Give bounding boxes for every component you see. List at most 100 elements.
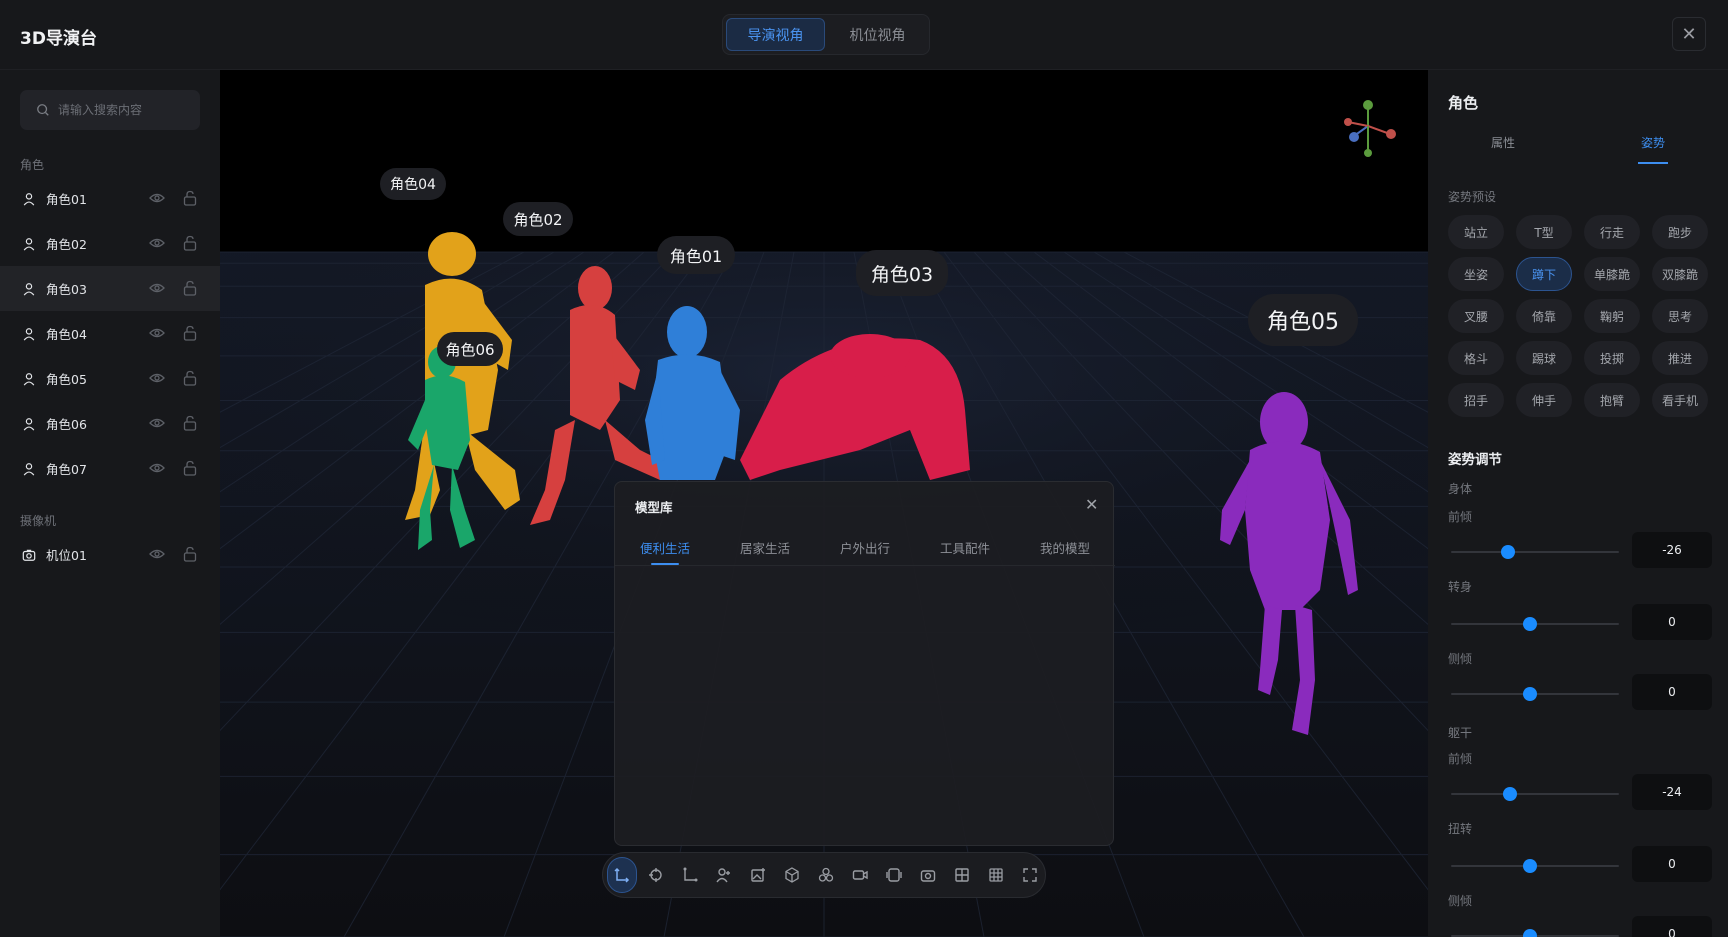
torso-tilt-slider[interactable]: 0 bbox=[1448, 916, 1712, 937]
panel-tab[interactable]: 属性 bbox=[1428, 128, 1578, 158]
unlock-icon[interactable] bbox=[183, 370, 197, 386]
pose-preset-button[interactable]: 招手 bbox=[1448, 383, 1504, 417]
camera-item[interactable]: 机位01 bbox=[0, 532, 220, 577]
pose-preset-button[interactable]: 踢球 bbox=[1516, 341, 1572, 375]
body-turn-slider[interactable]: 0 bbox=[1448, 604, 1712, 644]
role-item[interactable]: 角色03 bbox=[0, 266, 220, 311]
pose-preset-button[interactable]: 单膝跪 bbox=[1584, 257, 1640, 291]
model-library-tab[interactable]: 居家生活 bbox=[715, 530, 815, 565]
pose-preset-button[interactable]: 倚靠 bbox=[1516, 299, 1572, 333]
rotate-tool-button[interactable] bbox=[641, 857, 671, 893]
close-window-button[interactable]: ✕ bbox=[1672, 17, 1706, 51]
fullscreen-icon bbox=[1023, 868, 1037, 882]
torso-twist-slider[interactable]: 0 bbox=[1448, 846, 1712, 886]
slider-thumb[interactable] bbox=[1522, 687, 1537, 701]
search-box[interactable] bbox=[20, 90, 200, 130]
unlock-icon[interactable] bbox=[183, 415, 197, 431]
photo-camera-tool-button[interactable] bbox=[913, 857, 943, 893]
role-item[interactable]: 角色01 bbox=[0, 176, 220, 221]
add-person-tool-button[interactable] bbox=[709, 857, 739, 893]
fullscreen-tool-button[interactable] bbox=[1015, 857, 1045, 893]
visibility-eye-icon[interactable] bbox=[149, 416, 165, 430]
pose-preset-button[interactable]: 鞠躬 bbox=[1584, 299, 1640, 333]
visibility-eye-icon[interactable] bbox=[149, 547, 165, 561]
unlock-icon[interactable] bbox=[183, 460, 197, 476]
camera-view-button[interactable]: 机位视角 bbox=[829, 18, 926, 51]
unlock-icon[interactable] bbox=[183, 235, 197, 251]
model-library-tab[interactable]: 户外出行 bbox=[815, 530, 915, 565]
slider-track[interactable] bbox=[1451, 551, 1619, 553]
visibility-eye-icon[interactable] bbox=[149, 191, 165, 205]
3d-viewport[interactable]: 角色04 角色02 角色01 角色03 角色06 角色05 模型库 ✕ 便利生活… bbox=[220, 70, 1428, 937]
visibility-eye-icon[interactable] bbox=[149, 326, 165, 340]
slider-value-input[interactable]: 0 bbox=[1632, 674, 1712, 710]
person-icon bbox=[22, 237, 36, 251]
panel-tab[interactable]: 姿势 bbox=[1578, 128, 1728, 164]
pose-preset-button[interactable]: 叉腰 bbox=[1448, 299, 1504, 333]
table-tool-button[interactable] bbox=[981, 857, 1011, 893]
slider-value-input[interactable]: 0 bbox=[1632, 916, 1712, 937]
axis-move-tool-button[interactable] bbox=[607, 857, 638, 893]
slider-thumb[interactable] bbox=[1522, 617, 1537, 631]
character-02-tag[interactable]: 角色02 bbox=[503, 202, 573, 236]
visibility-eye-icon[interactable] bbox=[149, 461, 165, 475]
slider-thumb[interactable] bbox=[1502, 787, 1517, 801]
camera-video-tool-button[interactable] bbox=[845, 857, 875, 893]
slider-value-input[interactable]: 0 bbox=[1632, 604, 1712, 640]
slider-thumb[interactable] bbox=[1522, 929, 1537, 937]
unlock-icon[interactable] bbox=[183, 190, 197, 206]
visibility-eye-icon[interactable] bbox=[149, 281, 165, 295]
pose-preset-button[interactable]: 看手机 bbox=[1652, 383, 1708, 417]
visibility-eye-icon[interactable] bbox=[149, 371, 165, 385]
body-tilt-slider[interactable]: 0 bbox=[1448, 674, 1712, 714]
slider-value-input[interactable]: 0 bbox=[1632, 846, 1712, 882]
pose-preset-button[interactable]: 投掷 bbox=[1584, 341, 1640, 375]
model-library-tab[interactable]: 我的模型 bbox=[1015, 530, 1115, 565]
pose-preset-button[interactable]: 行走 bbox=[1584, 215, 1640, 249]
role-item[interactable]: 角色04 bbox=[0, 311, 220, 356]
character-01-tag[interactable]: 角色01 bbox=[657, 236, 735, 274]
pose-preset-button[interactable]: 站立 bbox=[1448, 215, 1504, 249]
character-05-tag[interactable]: 角色05 bbox=[1248, 294, 1358, 346]
pose-preset-button[interactable]: 格斗 bbox=[1448, 341, 1504, 375]
visibility-eye-icon[interactable] bbox=[149, 236, 165, 250]
director-view-button[interactable]: 导演视角 bbox=[726, 18, 825, 51]
slider-value-input[interactable]: -26 bbox=[1632, 532, 1712, 568]
slider-value-input[interactable]: -24 bbox=[1632, 774, 1712, 810]
unlock-icon[interactable] bbox=[183, 325, 197, 341]
model-library-tab[interactable]: 工具配件 bbox=[915, 530, 1015, 565]
pose-preset-button[interactable]: 抱臂 bbox=[1584, 383, 1640, 417]
role-item[interactable]: 角色07 bbox=[0, 446, 220, 491]
slider-thumb[interactable] bbox=[1501, 545, 1516, 559]
slider-thumb[interactable] bbox=[1522, 859, 1537, 873]
role-item[interactable]: 角色02 bbox=[0, 221, 220, 266]
pose-preset-button[interactable]: 蹲下 bbox=[1516, 257, 1572, 291]
add-image-tool-button[interactable] bbox=[743, 857, 773, 893]
role-item[interactable]: 角色06 bbox=[0, 401, 220, 446]
cube-tool-button[interactable] bbox=[777, 857, 807, 893]
unlock-icon[interactable] bbox=[183, 280, 197, 296]
model-library-close-button[interactable]: ✕ bbox=[1085, 495, 1098, 514]
scale-tool-button[interactable] bbox=[675, 857, 705, 893]
torso-lean-slider[interactable]: -24 bbox=[1448, 774, 1712, 814]
pose-preset-button[interactable]: 思考 bbox=[1652, 299, 1708, 333]
pose-preset-button[interactable]: 双膝跪 bbox=[1652, 257, 1708, 291]
grid-tool-button[interactable] bbox=[947, 857, 977, 893]
camera-list: 机位01 bbox=[0, 532, 220, 577]
pose-preset-button[interactable]: T型 bbox=[1516, 215, 1572, 249]
unlock-icon[interactable] bbox=[183, 546, 197, 562]
search-input[interactable] bbox=[58, 103, 198, 117]
character-06-tag[interactable]: 角色06 bbox=[437, 332, 503, 366]
pose-preset-button[interactable]: 跑步 bbox=[1652, 215, 1708, 249]
character-03-tag[interactable]: 角色03 bbox=[856, 250, 948, 296]
character-04-tag[interactable]: 角色04 bbox=[380, 168, 446, 200]
group-tool-button[interactable] bbox=[811, 857, 841, 893]
body-lean-slider[interactable]: -26 bbox=[1448, 532, 1712, 572]
model-library-tab[interactable]: 便利生活 bbox=[615, 530, 715, 565]
layers-tool-button[interactable] bbox=[879, 857, 909, 893]
pose-preset-button[interactable]: 推进 bbox=[1652, 341, 1708, 375]
pose-preset-button[interactable]: 伸手 bbox=[1516, 383, 1572, 417]
role-item[interactable]: 角色05 bbox=[0, 356, 220, 401]
slider-track[interactable] bbox=[1451, 793, 1619, 795]
pose-preset-button[interactable]: 坐姿 bbox=[1448, 257, 1504, 291]
